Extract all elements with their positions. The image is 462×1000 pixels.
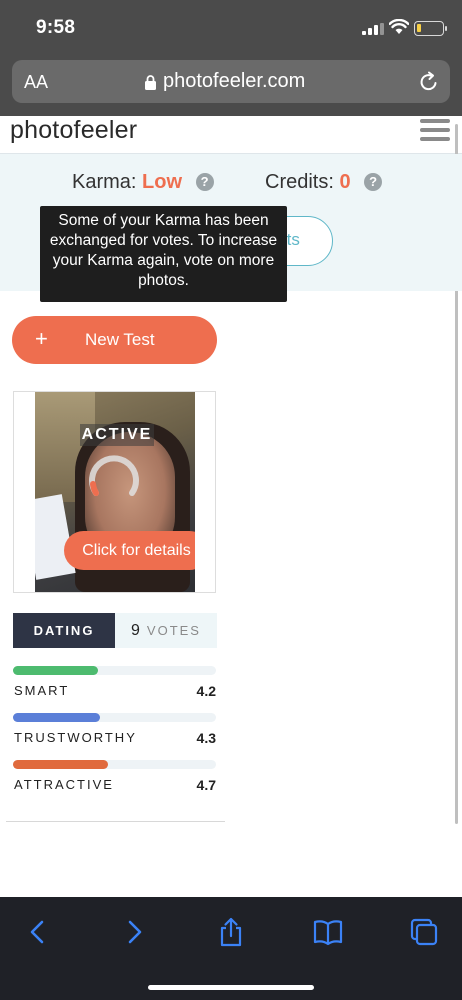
test-photo[interactable]: ACTIVE Click for details: [35, 392, 195, 592]
credits-help-icon[interactable]: ?: [364, 173, 383, 191]
karma-tooltip: Some of your Karma has been exchanged fo…: [40, 206, 287, 302]
status-badge: ACTIVE: [80, 424, 154, 446]
metric-bar: [13, 666, 99, 675]
browser-chrome: AA photofeeler.com: [0, 56, 462, 116]
url-text[interactable]: photofeeler.com: [163, 70, 305, 93]
reload-icon[interactable]: [418, 71, 440, 93]
new-test-button[interactable]: + New Test: [12, 316, 217, 364]
lock-icon: [145, 75, 156, 90]
metric-trustworthy: TRUSTWORTHY 4.3: [13, 713, 216, 753]
metric-score: 4.2: [196, 683, 216, 699]
votes-count: 9 VOTES: [115, 613, 217, 648]
metric-name: TRUSTWORTHY: [14, 730, 137, 745]
karma-status: Karma: Low ?: [72, 171, 214, 194]
karma-value: Low: [142, 171, 183, 193]
progress-spinner-icon: [89, 455, 139, 496]
divider: [6, 821, 225, 822]
credits-status: Credits: 0 ?: [265, 171, 383, 194]
credits-value: 0: [339, 171, 351, 193]
details-button[interactable]: Click for details: [64, 531, 195, 570]
plus-icon: +: [35, 326, 48, 351]
wifi-icon: [389, 19, 409, 34]
home-indicator: [148, 985, 314, 990]
forward-icon[interactable]: [118, 916, 150, 948]
metric-name: SMART: [14, 683, 70, 698]
tabs-icon[interactable]: [408, 916, 440, 948]
metric-score: 4.7: [196, 777, 216, 793]
result-tabs: DATING 9 VOTES: [13, 613, 217, 648]
metric-score: 4.3: [196, 730, 216, 746]
menu-icon[interactable]: [420, 119, 450, 143]
battery-icon: [414, 21, 447, 36]
votes-number: 9: [131, 622, 140, 639]
web-page: photofeeler Karma: Low ? Credits: 0 ? Cr…: [0, 116, 462, 897]
cellular-signal-icon: [362, 23, 384, 35]
status-time: 9:58: [36, 17, 76, 38]
test-card[interactable]: ACTIVE Click for details: [13, 391, 216, 593]
karma-label: Karma:: [72, 171, 137, 193]
votes-label: VOTES: [146, 623, 201, 638]
share-icon[interactable]: [215, 916, 247, 948]
text-size-button[interactable]: AA: [24, 72, 48, 93]
tab-dating[interactable]: DATING: [13, 613, 115, 648]
address-bar[interactable]: AA photofeeler.com: [12, 60, 450, 103]
metric-attractive: ATTRACTIVE 4.7: [13, 760, 216, 800]
metric-smart: SMART 4.2: [13, 666, 216, 706]
metric-bar: [13, 713, 101, 722]
back-icon[interactable]: [22, 916, 54, 948]
site-header: photofeeler: [0, 116, 462, 154]
status-bar: 9:58: [0, 0, 462, 56]
bookmarks-icon[interactable]: [312, 916, 344, 948]
karma-help-icon[interactable]: ?: [195, 173, 214, 191]
metric-name: ATTRACTIVE: [14, 777, 114, 792]
new-test-label: New Test: [85, 330, 155, 349]
browser-toolbar: [0, 897, 462, 1000]
site-logo[interactable]: photofeeler: [10, 116, 137, 145]
metric-bar: [13, 760, 109, 769]
credits-label: Credits:: [265, 171, 334, 193]
